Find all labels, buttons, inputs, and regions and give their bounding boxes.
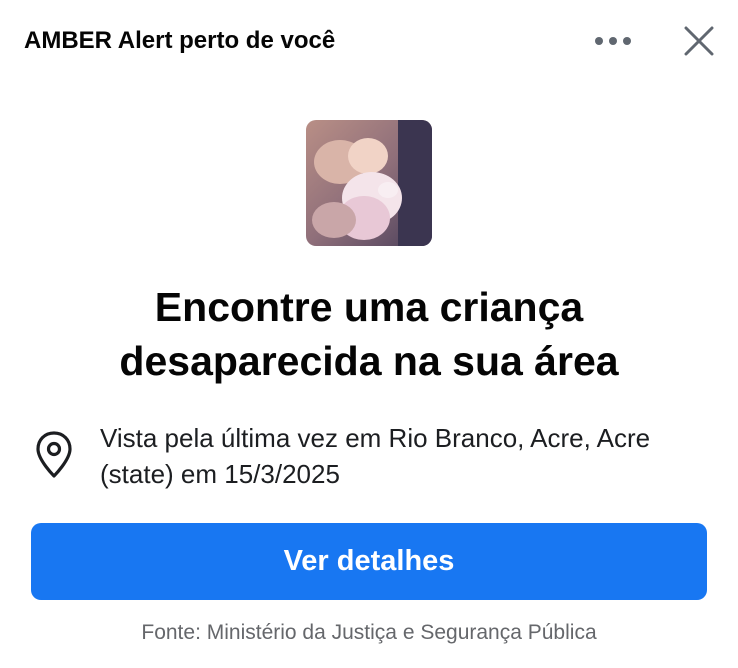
source-attribution: Fonte: Ministério da Justiça e Segurança…: [141, 621, 597, 644]
last-seen-text: Vista pela última vez em Rio Branco, Acr…: [100, 420, 720, 492]
amber-alert-card: AMBER Alert perto de você Encontre uma c…: [0, 0, 738, 668]
baby-photo: [306, 120, 432, 246]
close-icon: [684, 26, 714, 56]
location-line-2: (state) em 15/3/2025: [100, 459, 340, 489]
missing-child-photo: [306, 120, 432, 246]
alert-headline: Encontre uma criança desaparecida na sua…: [60, 280, 678, 388]
more-horizontal-icon: [595, 37, 603, 45]
view-details-button[interactable]: Ver detalhes: [31, 523, 707, 600]
headline-line-2: desaparecida na sua área: [119, 338, 619, 384]
more-dot: [623, 37, 631, 45]
more-options-button[interactable]: [588, 22, 638, 60]
headline-line-1: Encontre uma criança: [154, 284, 584, 330]
close-button[interactable]: [678, 20, 720, 62]
location-line-1: Vista pela última vez em Rio Branco, Acr…: [100, 423, 651, 453]
more-dot: [609, 37, 617, 45]
location-pin-icon: [36, 431, 72, 478]
alert-header-title: AMBER Alert perto de você: [24, 27, 336, 54]
